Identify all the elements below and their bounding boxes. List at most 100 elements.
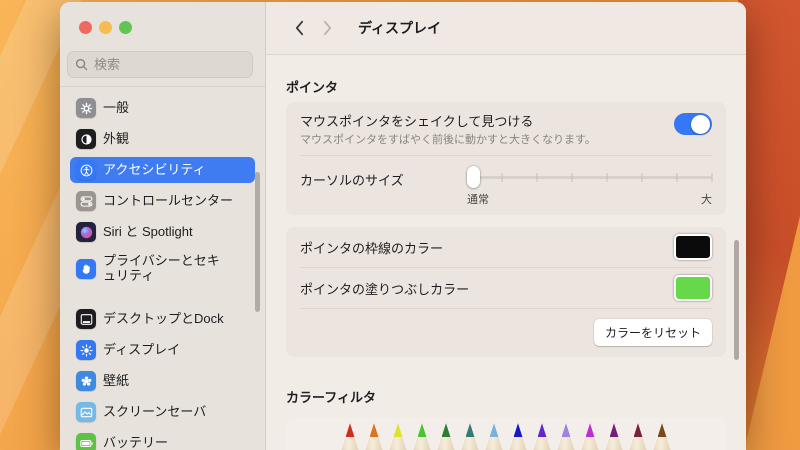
pencil (506, 423, 530, 450)
section-title-pointer: ポインタ (286, 77, 726, 96)
appearance-icon (76, 129, 96, 149)
pointer-colors-card: ポインタの枠線のカラー ポインタの塗りつぶしカラー カラーをリセット (286, 227, 726, 357)
pointer-outline-color-row: ポインタの枠線のカラー (300, 227, 712, 267)
pencil (626, 423, 650, 450)
sidebar-item[interactable]: プライバシーとセキュリティ (70, 250, 255, 288)
pointer-fill-color-row: ポインタの塗りつぶしカラー (300, 268, 712, 308)
display-icon (76, 340, 96, 360)
slider-tick (712, 173, 713, 182)
slider-tick (607, 173, 608, 182)
slider-track[interactable] (467, 166, 712, 188)
sidebar-item-label: バッテリー (103, 436, 168, 450)
pointer-fill-color-label: ポインタの塗りつぶしカラー (300, 279, 469, 298)
desktop-dock-icon (76, 309, 96, 329)
cursor-size-label: カーソルのサイズ (300, 170, 404, 189)
slider-labels: 通常 大 (467, 191, 712, 207)
titlebar: ディスプレイ (266, 2, 746, 55)
pointer-outline-color-label: ポインタの枠線のカラー (300, 238, 443, 257)
control-center-icon (76, 191, 96, 211)
pencil (458, 423, 482, 450)
pointer-card: マウスポインタをシェイクして見つける マウスポインタをすばやく前後に動かすと大き… (286, 102, 726, 215)
minimize-button[interactable] (99, 21, 112, 34)
search-input[interactable] (67, 51, 253, 78)
siri-icon (76, 222, 96, 242)
pencil (554, 423, 578, 450)
sidebar-item[interactable]: 壁紙 (70, 368, 255, 394)
shake-pointer-texts: マウスポインタをシェイクして見つける マウスポインタをすばやく前後に動かすと大き… (300, 111, 596, 147)
forward-button[interactable] (318, 16, 336, 40)
pencil (602, 423, 626, 450)
shake-pointer-label: マウスポインタをシェイクして見つける (300, 111, 596, 130)
sidebar-item[interactable]: Siri と Spotlight (70, 219, 255, 245)
close-button[interactable] (79, 21, 92, 34)
sidebar-item[interactable]: 外観 (70, 126, 255, 152)
wallpaper-icon (76, 371, 96, 391)
sidebar-item-label: コントロールセンター (103, 194, 233, 209)
pencil (410, 423, 434, 450)
pencil (434, 423, 458, 450)
sidebar-item-label: Siri と Spotlight (103, 225, 193, 240)
slider-max-label: 大 (701, 191, 712, 207)
sidebar-item-label: デスクトップとDock (103, 312, 224, 327)
color-filter-card (286, 418, 726, 450)
slider-track-line (467, 176, 712, 179)
search-icon (74, 57, 89, 72)
battery-icon (76, 433, 96, 450)
sidebar-item[interactable]: 一般 (70, 95, 255, 121)
slider-tick (537, 173, 538, 182)
back-button[interactable] (290, 16, 308, 40)
screensaver-icon (76, 402, 96, 422)
sidebar-item-label: 壁紙 (103, 374, 129, 389)
section-title-color-filter: カラーフィルタ (286, 387, 726, 406)
pencil (530, 423, 554, 450)
slider-tick (502, 173, 503, 182)
sidebar-scrollbar[interactable] (255, 172, 260, 312)
cursor-size-row: カーソルのサイズ 通常 大 (300, 156, 712, 215)
slider-thumb[interactable] (467, 166, 480, 188)
sidebar-item-label: アクセシビリティ (103, 163, 206, 178)
wallpaper-right-edge (738, 0, 800, 450)
pencil (338, 423, 362, 450)
shake-pointer-description: マウスポインタをすばやく前後に動かすと大きくなります。 (300, 133, 596, 147)
sidebar-item[interactable]: アクセシビリティ (70, 157, 255, 183)
sidebar-item[interactable]: コントロールセンター (70, 188, 255, 214)
reset-colors-row: カラーをリセット (300, 309, 712, 357)
sidebar-item-label: ディスプレイ (103, 343, 180, 358)
pencil (650, 423, 674, 450)
page-title: ディスプレイ (358, 18, 441, 38)
shake-toggle[interactable] (674, 113, 712, 135)
shake-pointer-row: マウスポインタをシェイクして見つける マウスポインタをすばやく前後に動かすと大き… (300, 102, 712, 155)
sidebar-item[interactable]: スクリーンセーバ (70, 399, 255, 425)
content-pane: ディスプレイ ポインタ マウスポインタをシェイクして見つける マウスポインタをす… (266, 2, 746, 450)
toggle-knob (691, 115, 710, 134)
content-scrollbar[interactable] (734, 240, 739, 360)
sidebar-nav: 一般外観アクセシビリティコントロールセンター Siri と Spotlight プラ… (60, 95, 265, 450)
settings-scroll-area: ポインタ マウスポインタをシェイクして見つける マウスポインタをすばやく前後に動… (266, 55, 746, 450)
reset-colors-button[interactable]: カラーをリセット (594, 319, 712, 346)
slider-min-label: 通常 (467, 191, 489, 207)
slider-tick (642, 173, 643, 182)
pencil (362, 423, 386, 450)
window-controls (79, 21, 265, 34)
screen: 一般外観アクセシビリティコントロールセンター Siri と Spotlight プラ… (0, 0, 800, 450)
sidebar-item-label: スクリーンセーバ (103, 405, 206, 420)
slider-tick (572, 173, 573, 182)
accessibility-icon (76, 160, 96, 180)
search-field-wrap (67, 51, 253, 78)
pencil (386, 423, 410, 450)
zoom-button[interactable] (119, 21, 132, 34)
sidebar-item[interactable]: デスクトップとDock (70, 306, 255, 332)
sidebar-item[interactable]: バッテリー (70, 430, 255, 450)
pencil (482, 423, 506, 450)
sidebar-divider (60, 86, 265, 87)
sidebar-item-label: 外観 (103, 132, 129, 147)
sidebar-item[interactable]: ディスプレイ (70, 337, 255, 363)
slider-tick (677, 173, 678, 182)
system-settings-window: 一般外観アクセシビリティコントロールセンター Siri と Spotlight プラ… (60, 2, 746, 450)
colored-pencils-image (338, 423, 674, 450)
pencil (578, 423, 602, 450)
sidebar-item-label: 一般 (103, 101, 129, 116)
pointer-outline-color-well[interactable] (674, 234, 712, 260)
sidebar-group-spacer (60, 293, 265, 306)
pointer-fill-color-well[interactable] (674, 275, 712, 301)
